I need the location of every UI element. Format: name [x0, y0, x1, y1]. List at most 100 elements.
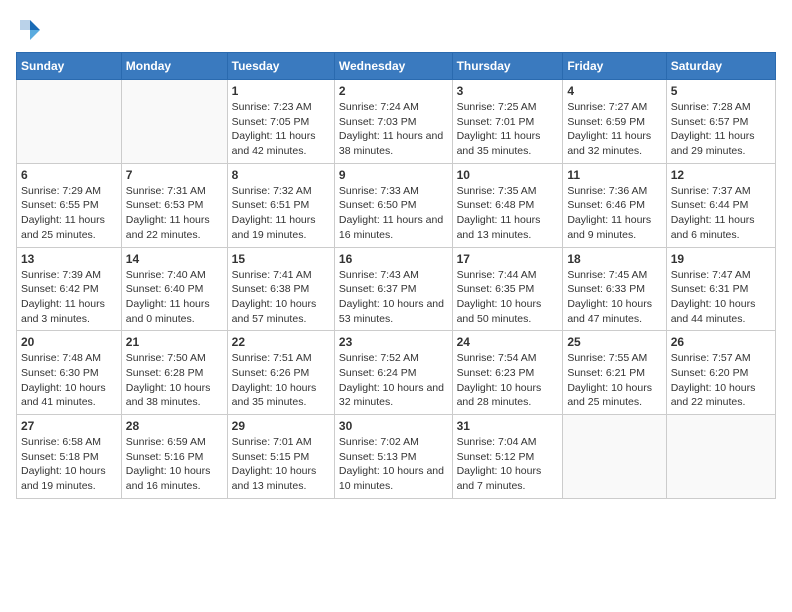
day-number: 31	[457, 419, 559, 433]
day-number: 11	[567, 168, 661, 182]
day-number: 4	[567, 84, 661, 98]
day-number: 15	[232, 252, 330, 266]
calendar-cell: 24 Sunrise: 7:54 AMSunset: 6:23 PMDayligh…	[452, 331, 563, 415]
day-info: Sunrise: 7:51 AMSunset: 6:26 PMDaylight:…	[232, 351, 330, 410]
column-header-monday: Monday	[121, 53, 227, 80]
column-header-thursday: Thursday	[452, 53, 563, 80]
calendar-cell	[17, 80, 122, 164]
day-info: Sunrise: 7:23 AMSunset: 7:05 PMDaylight:…	[232, 100, 330, 159]
calendar-cell: 9Sunrise: 7:33 AMSunset: 6:50 PMDaylight…	[334, 163, 452, 247]
calendar-cell: 25Sunrise: 7:55 AMSunset: 6:21 PMDayligh…	[563, 331, 666, 415]
calendar-table: SundayMondayTuesdayWednesdayThursdayFrid…	[16, 52, 776, 499]
calendar-week-row: 6Sunrise: 7:29 AMSunset: 6:55 PMDaylight…	[17, 163, 776, 247]
day-number: 29	[232, 419, 330, 433]
day-info: Sunrise: 6:58 AMSunset: 5:18 PMDaylight:…	[21, 435, 117, 494]
calendar-cell: 6Sunrise: 7:29 AMSunset: 6:55 PMDaylight…	[17, 163, 122, 247]
day-number: 5	[671, 84, 771, 98]
day-number: 16	[339, 252, 448, 266]
day-info: Sunrise: 7:48 AMSunset: 6:30 PMDaylight:…	[21, 351, 117, 410]
day-number: 2	[339, 84, 448, 98]
day-number: 1	[232, 84, 330, 98]
calendar-header-row: SundayMondayTuesdayWednesdayThursdayFrid…	[17, 53, 776, 80]
day-number: 20	[21, 335, 117, 349]
day-info: Sunrise: 7:45 AMSunset: 6:33 PMDaylight:…	[567, 268, 661, 327]
calendar-cell: 8Sunrise: 7:32 AMSunset: 6:51 PMDaylight…	[227, 163, 334, 247]
calendar-week-row: 1 Sunrise: 7:23 AMSunset: 7:05 PMDaylight…	[17, 80, 776, 164]
day-info: Sunrise: 7:25 AMSunset: 7:01 PMDaylight:…	[457, 100, 559, 159]
day-number: 26	[671, 335, 771, 349]
calendar-week-row: 13 Sunrise: 7:39 AMSunset: 6:42 PMDayligh…	[17, 247, 776, 331]
day-info: Sunrise: 7:41 AMSunset: 6:38 PMDaylight:…	[232, 268, 330, 327]
day-info: Sunrise: 7:02 AMSunset: 5:13 PMDaylight:…	[339, 435, 448, 494]
calendar-cell: 22Sunrise: 7:51 AMSunset: 6:26 PMDayligh…	[227, 331, 334, 415]
day-number: 9	[339, 168, 448, 182]
calendar-cell: 3 Sunrise: 7:25 AMSunset: 7:01 PMDaylight…	[452, 80, 563, 164]
calendar-cell: 13 Sunrise: 7:39 AMSunset: 6:42 PMDayligh…	[17, 247, 122, 331]
calendar-cell: 11 Sunrise: 7:36 AMSunset: 6:46 PMDayligh…	[563, 163, 666, 247]
calendar-cell: 28Sunrise: 6:59 AMSunset: 5:16 PMDayligh…	[121, 415, 227, 499]
day-info: Sunrise: 7:24 AMSunset: 7:03 PMDaylight:…	[339, 100, 448, 159]
calendar-cell: 17 Sunrise: 7:44 AMSunset: 6:35 PMDayligh…	[452, 247, 563, 331]
calendar-cell: 27 Sunrise: 6:58 AMSunset: 5:18 PMDayligh…	[17, 415, 122, 499]
calendar-cell: 29 Sunrise: 7:01 AMSunset: 5:15 PMDayligh…	[227, 415, 334, 499]
calendar-cell: 12 Sunrise: 7:37 AMSunset: 6:44 PMDayligh…	[666, 163, 775, 247]
day-number: 13	[21, 252, 117, 266]
day-number: 23	[339, 335, 448, 349]
day-number: 18	[567, 252, 661, 266]
column-header-sunday: Sunday	[17, 53, 122, 80]
day-info: Sunrise: 7:31 AMSunset: 6:53 PMDaylight:…	[126, 184, 223, 243]
calendar-cell: 10 Sunrise: 7:35 AMSunset: 6:48 PMDayligh…	[452, 163, 563, 247]
calendar-cell	[666, 415, 775, 499]
calendar-cell: 16 Sunrise: 7:43 AMSunset: 6:37 PMDayligh…	[334, 247, 452, 331]
calendar-cell: 14Sunrise: 7:40 AMSunset: 6:40 PMDayligh…	[121, 247, 227, 331]
day-info: Sunrise: 7:39 AMSunset: 6:42 PMDaylight:…	[21, 268, 117, 327]
day-info: Sunrise: 7:52 AMSunset: 6:24 PMDaylight:…	[339, 351, 448, 410]
day-info: Sunrise: 7:37 AMSunset: 6:44 PMDaylight:…	[671, 184, 771, 243]
logo-icon	[16, 16, 44, 44]
day-info: Sunrise: 7:44 AMSunset: 6:35 PMDaylight:…	[457, 268, 559, 327]
day-info: Sunrise: 7:27 AMSunset: 6:59 PMDaylight:…	[567, 100, 661, 159]
calendar-week-row: 27 Sunrise: 6:58 AMSunset: 5:18 PMDayligh…	[17, 415, 776, 499]
day-number: 6	[21, 168, 117, 182]
calendar-week-row: 20 Sunrise: 7:48 AMSunset: 6:30 PMDayligh…	[17, 331, 776, 415]
logo	[16, 16, 48, 44]
column-header-tuesday: Tuesday	[227, 53, 334, 80]
day-number: 28	[126, 419, 223, 433]
column-header-wednesday: Wednesday	[334, 53, 452, 80]
day-number: 24	[457, 335, 559, 349]
calendar-cell: 2 Sunrise: 7:24 AMSunset: 7:03 PMDaylight…	[334, 80, 452, 164]
day-info: Sunrise: 7:35 AMSunset: 6:48 PMDaylight:…	[457, 184, 559, 243]
day-info: Sunrise: 7:50 AMSunset: 6:28 PMDaylight:…	[126, 351, 223, 410]
day-info: Sunrise: 7:04 AMSunset: 5:12 PMDaylight:…	[457, 435, 559, 494]
calendar-cell: 23 Sunrise: 7:52 AMSunset: 6:24 PMDayligh…	[334, 331, 452, 415]
calendar-cell: 19 Sunrise: 7:47 AMSunset: 6:31 PMDayligh…	[666, 247, 775, 331]
day-info: Sunrise: 7:36 AMSunset: 6:46 PMDaylight:…	[567, 184, 661, 243]
calendar-cell	[121, 80, 227, 164]
calendar-cell: 31 Sunrise: 7:04 AMSunset: 5:12 PMDayligh…	[452, 415, 563, 499]
day-number: 3	[457, 84, 559, 98]
calendar-cell: 1 Sunrise: 7:23 AMSunset: 7:05 PMDaylight…	[227, 80, 334, 164]
day-number: 12	[671, 168, 771, 182]
calendar-cell: 15 Sunrise: 7:41 AMSunset: 6:38 PMDayligh…	[227, 247, 334, 331]
calendar-cell: 20 Sunrise: 7:48 AMSunset: 6:30 PMDayligh…	[17, 331, 122, 415]
day-number: 27	[21, 419, 117, 433]
day-number: 7	[126, 168, 223, 182]
day-number: 10	[457, 168, 559, 182]
calendar-cell: 7 Sunrise: 7:31 AMSunset: 6:53 PMDaylight…	[121, 163, 227, 247]
page-header	[16, 16, 776, 44]
column-header-friday: Friday	[563, 53, 666, 80]
day-number: 8	[232, 168, 330, 182]
calendar-cell: 5Sunrise: 7:28 AMSunset: 6:57 PMDaylight…	[666, 80, 775, 164]
day-info: Sunrise: 7:43 AMSunset: 6:37 PMDaylight:…	[339, 268, 448, 327]
day-info: Sunrise: 7:55 AMSunset: 6:21 PMDaylight:…	[567, 351, 661, 410]
day-number: 19	[671, 252, 771, 266]
day-info: Sunrise: 7:40 AMSunset: 6:40 PMDaylight:…	[126, 268, 223, 327]
day-info: Sunrise: 7:54 AMSunset: 6:23 PMDaylight:…	[457, 351, 559, 410]
calendar-cell: 4 Sunrise: 7:27 AMSunset: 6:59 PMDaylight…	[563, 80, 666, 164]
day-number: 30	[339, 419, 448, 433]
day-info: Sunrise: 7:47 AMSunset: 6:31 PMDaylight:…	[671, 268, 771, 327]
day-info: Sunrise: 7:01 AMSunset: 5:15 PMDaylight:…	[232, 435, 330, 494]
day-number: 17	[457, 252, 559, 266]
calendar-cell: 26Sunrise: 7:57 AMSunset: 6:20 PMDayligh…	[666, 331, 775, 415]
day-number: 21	[126, 335, 223, 349]
